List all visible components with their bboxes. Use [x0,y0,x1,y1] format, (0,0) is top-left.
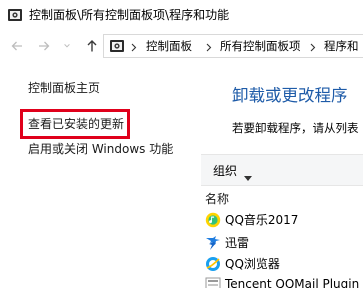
title-bar: 控制面板\所有控制面板项\程序和功能 [0,0,363,30]
forward-arrow-icon[interactable] [36,38,52,54]
back-arrow-icon[interactable] [9,38,25,54]
column-header-name[interactable]: 名称 [205,191,229,207]
address-bar[interactable]: 控制面板 所有控制面板项 程序和 [103,34,363,58]
list-item[interactable]: QQ音乐2017 [205,210,363,230]
page-description: 若要卸载程序，请从列表 [232,121,359,135]
up-arrow-icon[interactable] [84,38,100,54]
control-panel-icon [109,38,125,54]
program-name: Tencent QQMail Plugin [225,277,360,288]
chevron-down-icon[interactable] [244,167,252,181]
list-item[interactable]: 迅雷 [205,233,363,253]
qq-browser-icon [205,256,221,272]
qqmail-plugin-icon [205,276,221,288]
breadcrumb-programs[interactable]: 程序和 [324,39,359,54]
list-item[interactable]: QQ浏览器 [205,254,363,274]
recent-locations-chevron-icon[interactable] [62,38,72,54]
page-title: 卸载或更改程序 [232,86,348,105]
sidebar-item-control-panel-home[interactable]: 控制面板主页 [28,80,100,96]
breadcrumb-separator-icon[interactable] [204,40,214,54]
sidebar-item-view-installed-updates[interactable]: 查看已安装的更新 [28,116,124,132]
navigation-bar: 控制面板 所有控制面板项 程序和 [0,30,363,62]
program-name: QQ音乐2017 [225,213,299,227]
breadcrumb-control-panel[interactable]: 控制面板 [146,39,192,54]
control-panel-icon [7,7,23,23]
breadcrumb-separator-icon[interactable] [308,40,318,54]
program-name: QQ浏览器 [225,257,280,271]
program-name: 迅雷 [225,236,250,250]
window-title: 控制面板\所有控制面板项\程序和功能 [29,8,230,22]
qq-music-icon [205,212,221,228]
organize-button[interactable]: 组织 [213,163,237,179]
breadcrumb-all-items[interactable]: 所有控制面板项 [220,39,301,54]
list-item[interactable]: Tencent QQMail Plugin [205,274,363,288]
breadcrumb-separator-icon[interactable] [129,40,139,54]
sidebar-item-windows-features[interactable]: 启用或关闭 Windows 功能 [28,141,173,157]
thunder-icon [205,235,221,251]
toolbar: 组织 [201,154,363,186]
